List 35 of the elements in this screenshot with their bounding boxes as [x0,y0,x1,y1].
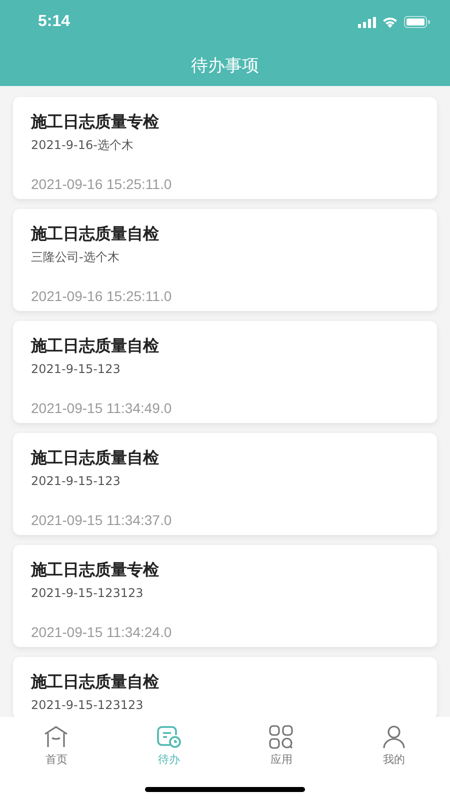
person-icon [380,725,407,749]
todo-clock-icon [156,725,182,749]
task-time: 2021-09-15 11:34:49.0 [31,399,173,417]
task-title: 施工日志质量自检 [31,223,160,245]
tab-item[interactable]: 首页 [21,717,92,767]
task-card[interactable]: 施工日志质量自检 2021-9-15-123 2021-09-15 11:34:49.0 [13,321,437,423]
task-subtitle: 三隆公司-选个木 [31,249,120,265]
signal-icon [358,16,376,28]
task-subtitle: 2021-9-16-选个木 [31,137,134,153]
task-title: 施工日志质量专检 [31,111,160,133]
tab-item[interactable]: 应用 [246,717,316,767]
status-time: 5:14 [38,13,70,31]
task-title: 施工日志质量自检 [31,335,160,357]
house-icon [43,725,70,749]
task-subtitle: 2021-9-15-123 [31,361,122,377]
task-card[interactable]: 施工日志质量自检 2021-9-15-123123 [13,657,437,717]
task-title: 施工日志质量专检 [31,559,160,581]
tab-item[interactable]: 我的 [358,717,429,767]
task-title: 施工日志质量自检 [31,447,160,469]
task-card[interactable]: 施工日志质量专检 2021-9-15-123123 2021-09-15 11:34:24.0 [13,545,437,647]
task-title: 施工日志质量自检 [31,671,160,693]
task-time: 2021-09-16 15:25:11.0 [31,175,173,193]
task-time: 2021-09-15 11:34:37.0 [31,511,173,529]
wifi-icon [382,16,398,28]
page-title: 待办事项 [191,54,259,76]
task-subtitle: 2021-9-15-123123 [31,697,144,713]
task-card[interactable]: 施工日志质量自检 2021-9-15-123 2021-09-15 11:34:37.0 [13,433,437,535]
task-card[interactable]: 施工日志质量专检 2021-9-16-选个木 2021-09-16 15:25:11.0 [13,97,437,199]
task-time: 2021-09-16 15:25:11.0 [31,287,173,305]
task-card[interactable]: 施工日志质量自检 三隆公司-选个木 2021-09-16 15:25:11.0 [13,209,437,311]
battery-icon [404,16,430,28]
task-subtitle: 2021-9-15-123 [31,473,122,489]
task-subtitle: 2021-9-15-123123 [31,585,144,601]
grid-icon [268,725,294,749]
task-time: 2021-09-15 11:34:24.0 [31,623,173,641]
